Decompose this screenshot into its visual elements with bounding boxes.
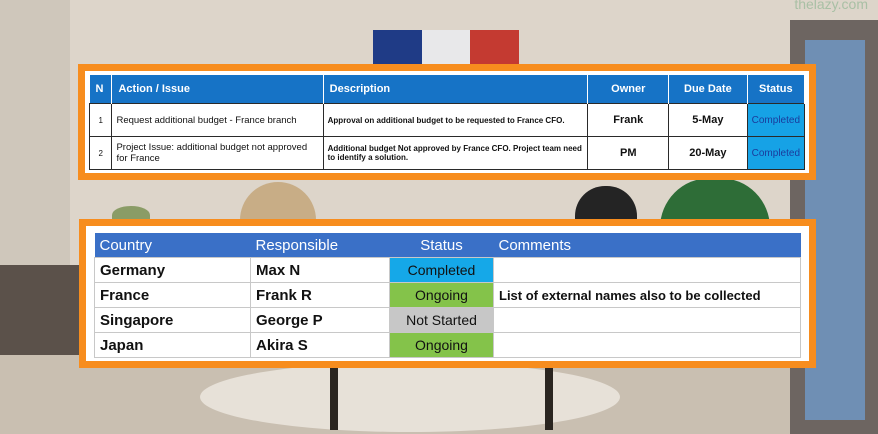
description-cell: Approval on additional budget to be requ… bbox=[322, 103, 589, 137]
action-log-table: N Action / Issue Description Owner Due D… bbox=[88, 75, 806, 170]
country-table-header: Country Responsible Status Comments bbox=[94, 233, 801, 258]
comments-cell bbox=[493, 307, 801, 333]
country-status-table: Country Responsible Status Comments Germ… bbox=[94, 233, 801, 358]
header-comments: Comments bbox=[493, 233, 801, 258]
table-row: Singapore George P Not Started bbox=[94, 307, 801, 333]
country-status-panel: Country Responsible Status Comments Germ… bbox=[79, 219, 816, 368]
row-number: 1 bbox=[88, 103, 113, 137]
comments-cell bbox=[493, 257, 801, 283]
responsible-cell: Akira S bbox=[250, 332, 390, 358]
header-status: Status bbox=[747, 75, 806, 104]
status-badge: Ongoing bbox=[389, 332, 494, 358]
row-number: 2 bbox=[88, 136, 113, 170]
action-log-panel: N Action / Issue Description Owner Due D… bbox=[78, 64, 816, 180]
watermark: thelazy.com bbox=[794, 0, 868, 12]
responsible-cell: George P bbox=[250, 307, 390, 333]
country-cell: France bbox=[94, 282, 251, 308]
status-badge: Completed bbox=[389, 257, 494, 283]
status-cell: Completed bbox=[746, 136, 806, 170]
status-badge: Ongoing bbox=[389, 282, 494, 308]
table-row: Germany Max N Completed bbox=[94, 257, 801, 283]
flag-stripe-blue bbox=[373, 30, 422, 64]
header-due-date: Due Date bbox=[668, 75, 748, 104]
rug bbox=[200, 362, 620, 432]
header-status: Status bbox=[389, 233, 494, 258]
country-cell: Japan bbox=[94, 332, 251, 358]
responsible-cell: Max N bbox=[250, 257, 390, 283]
table-leg bbox=[545, 360, 553, 430]
table-leg bbox=[330, 360, 338, 430]
french-flag bbox=[373, 30, 520, 64]
country-cell: Germany bbox=[94, 257, 251, 283]
header-country: Country bbox=[94, 233, 251, 258]
action-cell: Project Issue: additional budget not app… bbox=[111, 136, 324, 170]
table-row: France Frank R Ongoing List of external … bbox=[94, 282, 801, 308]
status-cell: Completed bbox=[746, 103, 806, 137]
description-cell: Additional budget Not approved by France… bbox=[322, 136, 589, 170]
sideboard bbox=[0, 265, 80, 355]
owner-cell: PM bbox=[587, 136, 670, 170]
owner-cell: Frank bbox=[587, 103, 670, 137]
due-date-cell: 20-May bbox=[668, 136, 748, 170]
comments-cell: List of external names also to be collec… bbox=[493, 282, 801, 308]
header-n: N bbox=[89, 75, 113, 104]
header-responsible: Responsible bbox=[250, 233, 390, 258]
table-row: 2 Project Issue: additional budget not a… bbox=[88, 136, 806, 170]
action-cell: Request additional budget - France branc… bbox=[111, 103, 324, 137]
status-badge: Not Started bbox=[389, 307, 494, 333]
due-date-cell: 5-May bbox=[668, 103, 748, 137]
action-log-header: N Action / Issue Description Owner Due D… bbox=[89, 75, 806, 104]
flag-stripe-red bbox=[470, 30, 520, 64]
table-row: 1 Request additional budget - France bra… bbox=[88, 103, 806, 137]
country-cell: Singapore bbox=[94, 307, 251, 333]
comments-cell bbox=[493, 332, 801, 358]
flag-stripe-white bbox=[421, 30, 471, 64]
header-owner: Owner bbox=[587, 75, 670, 104]
responsible-cell: Frank R bbox=[250, 282, 390, 308]
table-row: Japan Akira S Ongoing bbox=[94, 332, 801, 358]
header-description: Description bbox=[323, 75, 589, 104]
header-action: Action / Issue bbox=[111, 75, 324, 104]
